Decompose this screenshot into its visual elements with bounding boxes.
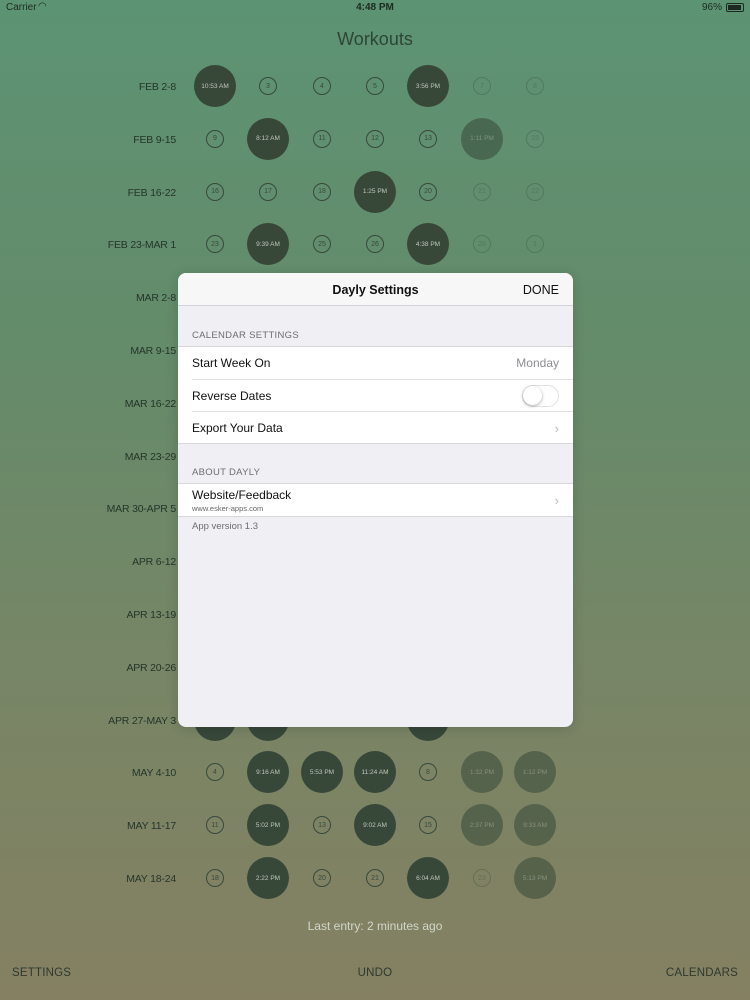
about-group: Website/Feedback www.esker-apps.com ›: [178, 483, 573, 517]
start-week-row[interactable]: Start Week On Monday: [178, 347, 573, 379]
about-header: ABOUT DAYLY: [192, 467, 261, 478]
done-button[interactable]: DONE: [523, 283, 559, 297]
chevron-right-icon: ›: [554, 493, 559, 508]
settings-modal: Dayly Settings DONE CALENDAR SETTINGS St…: [178, 273, 573, 727]
app-version: App version 1.3: [192, 521, 259, 532]
reverse-dates-row: Reverse Dates: [192, 379, 573, 411]
reverse-dates-toggle[interactable]: [522, 385, 559, 407]
reverse-dates-label: Reverse Dates: [192, 389, 272, 403]
chevron-right-icon: ›: [554, 421, 559, 436]
website-label: Website/Feedback: [192, 488, 292, 502]
export-data-row[interactable]: Export Your Data ›: [192, 411, 573, 443]
start-week-label: Start Week On: [192, 356, 271, 370]
calendar-settings-group: Start Week On Monday Reverse Dates Expor…: [178, 346, 573, 444]
website-feedback-row[interactable]: Website/Feedback www.esker-apps.com ›: [178, 484, 573, 516]
start-week-value: Monday: [516, 356, 559, 370]
calendar-settings-header: CALENDAR SETTINGS: [192, 330, 299, 341]
modal-title: Dayly Settings: [332, 283, 419, 297]
export-data-label: Export Your Data: [192, 421, 283, 435]
modal-header: Dayly Settings DONE: [178, 273, 573, 306]
website-url: www.esker-apps.com: [192, 504, 264, 513]
